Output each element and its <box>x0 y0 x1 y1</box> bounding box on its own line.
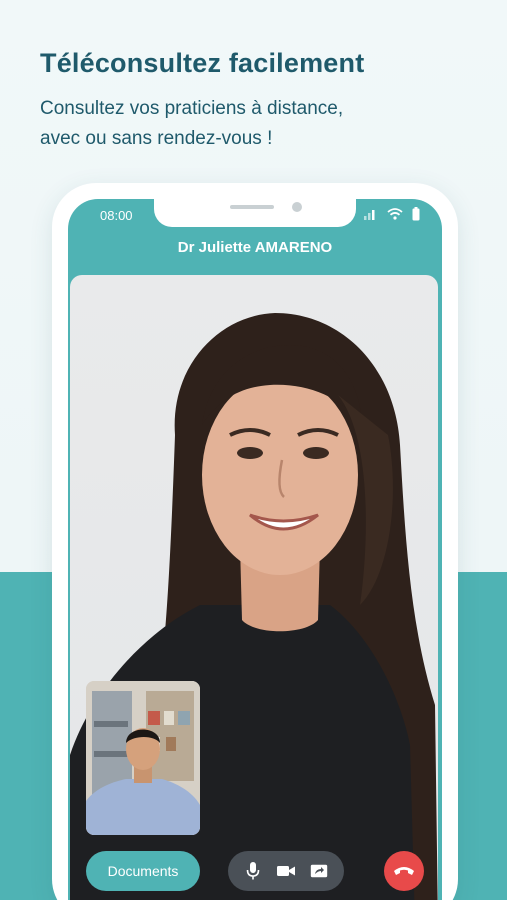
doctor-name: Dr Juliette AMARENO <box>177 239 333 256</box>
remote-video-feed: Documents <box>70 275 438 900</box>
status-time: 08:00 <box>100 208 133 223</box>
screen-share-icon[interactable] <box>307 859 331 883</box>
documents-button[interactable]: Documents <box>86 851 200 891</box>
signal-icon <box>364 210 375 220</box>
page-subtitle: Consultez vos praticiens à distance, ave… <box>40 94 480 154</box>
phone-notch <box>154 199 356 227</box>
subtitle-line-1: Consultez vos praticiens à distance, <box>40 98 344 119</box>
front-camera <box>292 202 302 212</box>
phone-screen: 08:00 Dr Juliette AMARENO Documents <box>68 199 442 900</box>
subtitle-line-2: avec ou sans rendez-vous ! <box>40 128 273 149</box>
speaker-grille <box>230 205 274 209</box>
hang-up-button[interactable] <box>384 851 424 891</box>
video-camera-icon[interactable] <box>274 859 298 883</box>
hang-up-icon <box>394 867 414 875</box>
self-video-preview[interactable] <box>86 681 200 835</box>
wifi-icon <box>387 208 403 220</box>
status-icons <box>364 207 420 221</box>
battery-icon <box>412 207 420 221</box>
call-controls <box>228 851 344 891</box>
page-title: Téléconsultez facilement <box>40 48 365 78</box>
phone-mockup: 08:00 Dr Juliette AMARENO Documents <box>52 183 458 900</box>
patient-video-image <box>86 681 200 835</box>
microphone-icon[interactable] <box>241 859 265 883</box>
